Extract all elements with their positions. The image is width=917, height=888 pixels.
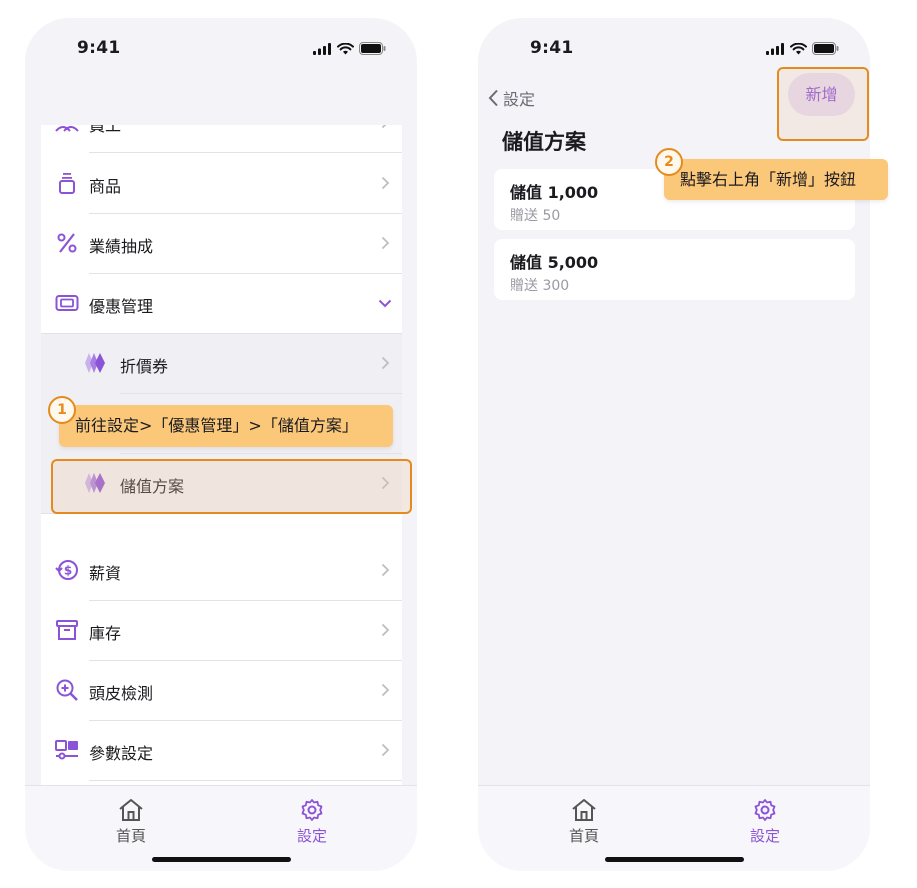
battery-icon xyxy=(812,42,839,55)
tab-bar: 首頁 設定 xyxy=(478,785,870,871)
chevron-right-icon xyxy=(381,683,390,697)
home-icon xyxy=(572,799,596,821)
ticket-icon xyxy=(55,295,79,311)
plan-bonus: 贈送 300 xyxy=(510,278,570,294)
svg-text:$: $ xyxy=(64,564,72,578)
product-icon xyxy=(59,173,75,194)
menu-item-parameters[interactable]: 參數設定 xyxy=(41,721,402,781)
step-badge-2: 2 xyxy=(655,148,683,176)
salary-icon: $ xyxy=(55,560,78,580)
tab-home-label: 首頁 xyxy=(115,827,146,845)
status-time: 9:41 xyxy=(530,38,574,58)
plan-bonus: 贈送 50 xyxy=(510,208,561,224)
callout-step-2: 點擊右上角「新增」按鈕 xyxy=(664,159,888,200)
people-icon xyxy=(55,126,79,132)
menu-item-coupons[interactable]: 折價券 xyxy=(41,334,402,394)
tab-home[interactable]: 首頁 xyxy=(554,798,614,846)
chevron-right-icon xyxy=(381,236,390,250)
plan-card[interactable]: 儲值 5,000 贈送 300 xyxy=(494,239,855,300)
back-button[interactable]: 設定 xyxy=(488,86,535,110)
parameters-icon xyxy=(55,740,78,760)
tab-settings-label: 設定 xyxy=(749,827,780,845)
tab-home-label: 首頁 xyxy=(568,827,599,845)
callout-step-1: 前往設定>「優惠管理」>「儲值方案」 xyxy=(59,405,393,447)
inventory-icon xyxy=(56,620,78,640)
signal-icon xyxy=(766,42,784,55)
menu-item-products[interactable]: 商品 xyxy=(41,154,402,214)
chevron-right-icon xyxy=(381,563,390,577)
menu-item-staff[interactable]: 員工 xyxy=(41,125,402,153)
menu-item-label: 業績抽成 xyxy=(89,237,154,256)
chevron-left-icon xyxy=(488,89,498,107)
tab-settings[interactable]: 設定 xyxy=(282,798,342,846)
step-badge-1: 1 xyxy=(48,396,76,424)
chevron-right-icon xyxy=(381,623,390,637)
chevron-right-icon xyxy=(381,125,387,129)
menu-item-commission[interactable]: 業績抽成 xyxy=(41,214,402,274)
menu-item-label: 折價券 xyxy=(120,357,169,376)
tab-bar: 首頁 設定 xyxy=(25,785,417,871)
plan-title: 儲值 5,000 xyxy=(510,253,599,272)
wifi-icon xyxy=(337,42,354,54)
home-indicator xyxy=(152,857,291,862)
highlight-add-button xyxy=(777,67,869,141)
gear-icon xyxy=(754,799,776,821)
chevron-right-icon xyxy=(381,356,390,370)
scalp-search-icon xyxy=(56,679,78,701)
home-icon xyxy=(119,799,143,821)
menu-item-salary[interactable]: $ 薪資 xyxy=(41,541,402,601)
percent-icon xyxy=(57,233,77,253)
chevron-right-icon xyxy=(381,743,390,757)
wifi-icon xyxy=(790,42,807,54)
back-label: 設定 xyxy=(503,90,536,109)
settings-menu-list: 員工 商品 業績抽成 優惠管理 折價券 儲值方案 $ 薪資 庫存 頭皮檢測 參數… xyxy=(41,125,402,788)
menu-item-label: 薪資 xyxy=(89,564,122,583)
status-time: 9:41 xyxy=(77,38,121,58)
chevron-down-icon xyxy=(378,299,392,308)
page-title: 儲值方案 xyxy=(502,130,586,154)
battery-icon xyxy=(359,42,386,55)
highlight-stored-value-plans xyxy=(51,459,412,514)
menu-item-promotions[interactable]: 優惠管理 xyxy=(41,274,402,334)
tab-settings-label: 設定 xyxy=(296,827,327,845)
tab-home[interactable]: 首頁 xyxy=(101,798,161,846)
chevron-right-icon xyxy=(381,176,390,190)
menu-item-label: 頭皮檢測 xyxy=(89,684,154,703)
status-bar: 9:41 xyxy=(25,18,417,78)
tab-settings[interactable]: 設定 xyxy=(735,798,795,846)
menu-item-label: 參數設定 xyxy=(89,744,154,763)
menu-item-scalp-test[interactable]: 頭皮檢測 xyxy=(41,661,402,721)
menu-item-label: 員工 xyxy=(89,125,122,135)
menu-item-label: 庫存 xyxy=(89,624,122,643)
coupon-diamond-icon xyxy=(85,353,105,373)
signal-icon xyxy=(313,42,331,55)
plan-title: 儲值 1,000 xyxy=(510,183,599,202)
home-indicator xyxy=(605,857,744,862)
menu-item-label: 商品 xyxy=(89,177,122,196)
stored-value-plans-screen: 9:41 設定 新增 儲值方案 儲值 1,000 贈送 50 儲值 5,000 … xyxy=(478,18,870,871)
menu-item-inventory[interactable]: 庫存 xyxy=(41,601,402,661)
menu-item-label: 優惠管理 xyxy=(89,297,154,316)
gear-icon xyxy=(301,799,323,821)
